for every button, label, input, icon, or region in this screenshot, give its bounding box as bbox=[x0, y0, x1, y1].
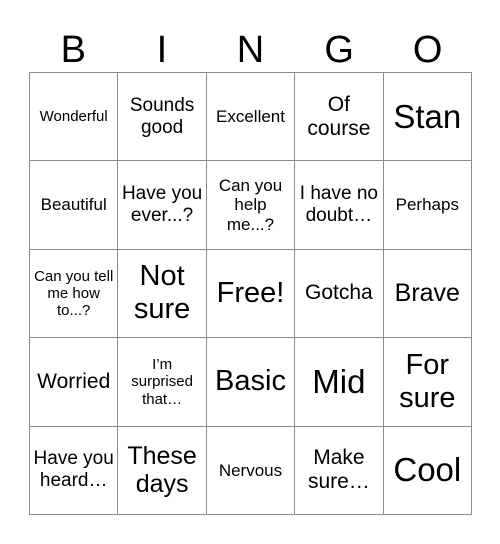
header-letter-b: B bbox=[60, 29, 86, 71]
bingo-cell[interactable]: Cool bbox=[383, 426, 472, 515]
bingo-grid: Wonderful Sounds good Excellent Of cours… bbox=[29, 72, 472, 515]
free-space-cell[interactable]: Free! bbox=[206, 249, 296, 339]
bingo-cell[interactable]: I have no doubt… bbox=[295, 161, 384, 250]
bingo-cell[interactable]: Mid bbox=[295, 338, 384, 427]
bingo-cell[interactable]: I’m surprised that… bbox=[118, 338, 207, 427]
bingo-cell[interactable]: Perhaps bbox=[383, 161, 472, 250]
bingo-cell[interactable]: Wonderful bbox=[30, 73, 119, 162]
bingo-cell[interactable]: Nervous bbox=[206, 426, 296, 515]
bingo-cell[interactable]: Can you help me...? bbox=[206, 161, 296, 250]
bingo-cell[interactable]: Worried bbox=[30, 338, 119, 427]
bingo-cell[interactable]: Stan bbox=[383, 73, 472, 162]
bingo-cell[interactable]: Can you tell me how to...? bbox=[30, 249, 119, 339]
bingo-cell[interactable]: Not sure bbox=[118, 249, 207, 339]
bingo-cell[interactable]: Excellent bbox=[206, 73, 296, 162]
header-letter-o: O bbox=[412, 29, 443, 71]
bingo-cell[interactable]: Beautiful bbox=[30, 161, 119, 250]
bingo-cell[interactable]: Basic bbox=[206, 338, 296, 427]
bingo-cell[interactable]: Of course bbox=[295, 73, 384, 162]
bingo-cell[interactable]: For sure bbox=[383, 338, 472, 427]
bingo-cell[interactable]: Have you ever...? bbox=[118, 161, 207, 250]
bingo-cell[interactable]: These days bbox=[118, 426, 207, 515]
header-letter-g: G bbox=[324, 29, 354, 71]
bingo-cell[interactable]: Have you heard… bbox=[30, 426, 119, 515]
bingo-cell[interactable]: Gotcha bbox=[295, 249, 384, 339]
bingo-cell[interactable]: Sounds good bbox=[118, 73, 207, 162]
bingo-cell[interactable]: Brave bbox=[383, 249, 472, 339]
bingo-cell[interactable]: Make sure… bbox=[295, 426, 384, 515]
bingo-header: B I N G O bbox=[29, 28, 472, 72]
header-letter-i: I bbox=[156, 29, 168, 71]
header-letter-n: N bbox=[236, 29, 265, 71]
